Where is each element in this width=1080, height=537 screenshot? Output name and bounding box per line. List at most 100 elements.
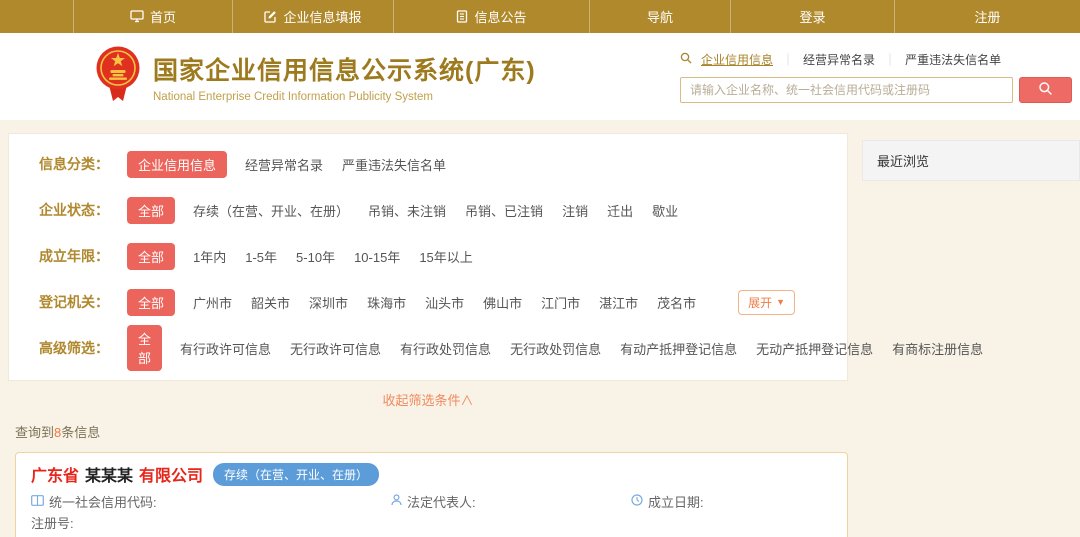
nav-item-announcements[interactable]: 信息公告: [394, 0, 590, 33]
main-column: 信息分类： 企业信用信息 经营异常名录 严重违法失信名单 企业状态： 全部 存续…: [8, 133, 848, 537]
company-fields: 统一社会信用代码: 法定代表人: 成立日期:: [31, 493, 832, 531]
filter-row-label: 登记机关：: [39, 292, 127, 312]
nav-item-label: 注册: [974, 7, 1000, 26]
nav-item-login[interactable]: 登录: [731, 0, 895, 33]
filter-row-enterprise-status: 企业状态： 全部 存续（在营、开业、在册） 吊销、未注销 吊销、已注销 注销 迁…: [39, 187, 847, 233]
field-credit-code: 统一社会信用代码:: [31, 493, 391, 510]
nav-item-enterprise-report[interactable]: 企业信息填报: [233, 0, 394, 33]
search-quick-links: 企业信用信息 ｜ 经营异常名录 ｜ 严重违法失信名单: [680, 51, 1072, 68]
field-label: 成立日期:: [648, 492, 704, 511]
filter-row-advanced: 高级筛选： 全部 有行政许可信息 无行政许可信息 有行政处罚信息 无行政处罚信息…: [39, 325, 847, 371]
filter-option[interactable]: 吊销、未注销: [368, 201, 446, 220]
filter-option[interactable]: 1年内: [193, 247, 226, 266]
filter-row-registration-authority: 登记机关： 全部 广州市 韶关市 深圳市 珠海市 汕头市 佛山市 江门市 湛江市…: [39, 279, 847, 325]
search-icon: [680, 52, 692, 67]
quick-link-credit-info[interactable]: 企业信用信息: [701, 51, 773, 68]
filter-option[interactable]: 5-10年: [296, 247, 335, 266]
filter-option[interactable]: 注销: [562, 201, 588, 220]
filter-option[interactable]: 无动产抵押登记信息: [756, 339, 873, 358]
filter-option[interactable]: 有商标注册信息: [892, 339, 983, 358]
nav-item-home[interactable]: 首页: [74, 0, 233, 33]
nav-item-label: 企业信息填报: [283, 7, 361, 26]
filter-option[interactable]: 10-15年: [354, 247, 400, 266]
link-separator: ｜: [782, 51, 794, 68]
search-input[interactable]: [680, 77, 1013, 103]
filter-row-label: 成立年限：: [39, 246, 127, 266]
filter-option[interactable]: 无行政处罚信息: [510, 339, 601, 358]
filter-option[interactable]: 经营异常名录: [245, 155, 323, 174]
field-label: 法定代表人:: [407, 492, 476, 511]
filter-panel: 信息分类： 企业信用信息 经营异常名录 严重违法失信名单 企业状态： 全部 存续…: [8, 133, 848, 381]
field-label: 注册号:: [31, 513, 74, 532]
filter-option-selected[interactable]: 全部: [127, 289, 175, 316]
filter-row-label: 信息分类：: [39, 154, 127, 174]
company-name-core: 某某某: [85, 462, 133, 486]
filter-option[interactable]: 韶关市: [251, 293, 290, 312]
clock-icon: [631, 494, 643, 509]
filter-option[interactable]: 有动产抵押登记信息: [620, 339, 737, 358]
site-title: 国家企业信用信息公示系统(广东): [153, 51, 536, 87]
quick-link-abnormal-list[interactable]: 经营异常名录: [803, 51, 875, 68]
filter-option[interactable]: 汕头市: [425, 293, 464, 312]
nav-item-register[interactable]: 注册: [895, 0, 1080, 33]
collapse-filters-link[interactable]: 收起筛选条件∧: [8, 390, 848, 409]
document-icon: [456, 10, 468, 23]
filter-row-label: 企业状态：: [39, 200, 127, 220]
field-establish-date: 成立日期:: [631, 493, 832, 510]
result-card[interactable]: 广东省 某某某 有限公司 存续（在营、开业、在册） 统一社会信用代码:: [15, 452, 848, 537]
filter-row-years-established: 成立年限： 全部 1年内 1-5年 5-10年 10-15年 15年以上: [39, 233, 847, 279]
filter-option-selected[interactable]: 全部: [127, 243, 175, 270]
filter-option-selected[interactable]: 企业信用信息: [127, 151, 227, 178]
expand-button[interactable]: 展开 ▼: [738, 290, 795, 315]
company-name[interactable]: 广东省 某某某 有限公司 存续（在营、开业、在册）: [31, 462, 832, 486]
logo-block: 国家企业信用信息公示系统(广东) National Enterprise Cre…: [95, 45, 536, 108]
filter-option[interactable]: 珠海市: [367, 293, 406, 312]
nav-spacer: [0, 0, 74, 33]
top-nav: 首页 企业信息填报 信息公告 导航 登录 注册: [0, 0, 1080, 33]
person-icon: [391, 494, 402, 509]
monitor-icon: [130, 10, 144, 23]
field-registration-number: 注册号:: [31, 514, 832, 531]
chevron-down-icon: ▼: [776, 297, 785, 307]
search-button[interactable]: [1019, 77, 1072, 103]
company-name-suffix: 有限公司: [139, 462, 203, 486]
nav-item-label: 登录: [799, 7, 825, 26]
id-card-icon: [31, 494, 44, 509]
result-count-suffix: 条信息: [61, 425, 100, 440]
filter-option[interactable]: 存续（在营、开业、在册）: [193, 201, 349, 220]
filter-option[interactable]: 深圳市: [309, 293, 348, 312]
filter-option[interactable]: 迁出: [607, 201, 633, 220]
national-emblem-logo: [95, 45, 141, 108]
filter-option[interactable]: 无行政许可信息: [290, 339, 381, 358]
filter-option[interactable]: 有行政处罚信息: [400, 339, 491, 358]
filter-option[interactable]: 15年以上: [419, 247, 472, 266]
site-header: 国家企业信用信息公示系统(广东) National Enterprise Cre…: [0, 33, 1080, 120]
field-label: 统一社会信用代码:: [49, 492, 157, 511]
filter-option[interactable]: 有行政许可信息: [180, 339, 271, 358]
filter-option[interactable]: 广州市: [193, 293, 232, 312]
filter-option[interactable]: 1-5年: [245, 247, 277, 266]
sidebar-title: 最近浏览: [862, 140, 1080, 181]
filter-option-selected[interactable]: 全部: [127, 197, 175, 224]
page-body: 信息分类： 企业信用信息 经营异常名录 严重违法失信名单 企业状态： 全部 存续…: [0, 120, 1080, 537]
nav-item-label: 信息公告: [474, 7, 526, 26]
filter-option-selected[interactable]: 全部: [127, 325, 162, 371]
filter-option[interactable]: 江门市: [541, 293, 580, 312]
filter-option[interactable]: 湛江市: [599, 293, 638, 312]
filter-option[interactable]: 歇业: [652, 201, 678, 220]
search-block: 企业信用信息 ｜ 经营异常名录 ｜ 严重违法失信名单: [680, 51, 1072, 103]
edit-icon: [264, 10, 277, 23]
field-legal-representative: 法定代表人:: [391, 493, 631, 510]
nav-item-navigation[interactable]: 导航: [590, 0, 731, 33]
sidebar-recently-viewed: 最近浏览: [862, 133, 1080, 181]
filter-option[interactable]: 严重违法失信名单: [342, 155, 446, 174]
magnifier-icon: [1038, 81, 1053, 99]
filter-option[interactable]: 茂名市: [657, 293, 696, 312]
filter-row-label: 高级筛选：: [39, 338, 127, 358]
site-subtitle: National Enterprise Credit Information P…: [153, 91, 536, 103]
nav-item-label: 首页: [150, 7, 176, 26]
filter-option[interactable]: 吊销、已注销: [465, 201, 543, 220]
company-name-province: 广东省: [31, 462, 79, 486]
filter-option[interactable]: 佛山市: [483, 293, 522, 312]
quick-link-illegal-list[interactable]: 严重违法失信名单: [905, 51, 1001, 68]
